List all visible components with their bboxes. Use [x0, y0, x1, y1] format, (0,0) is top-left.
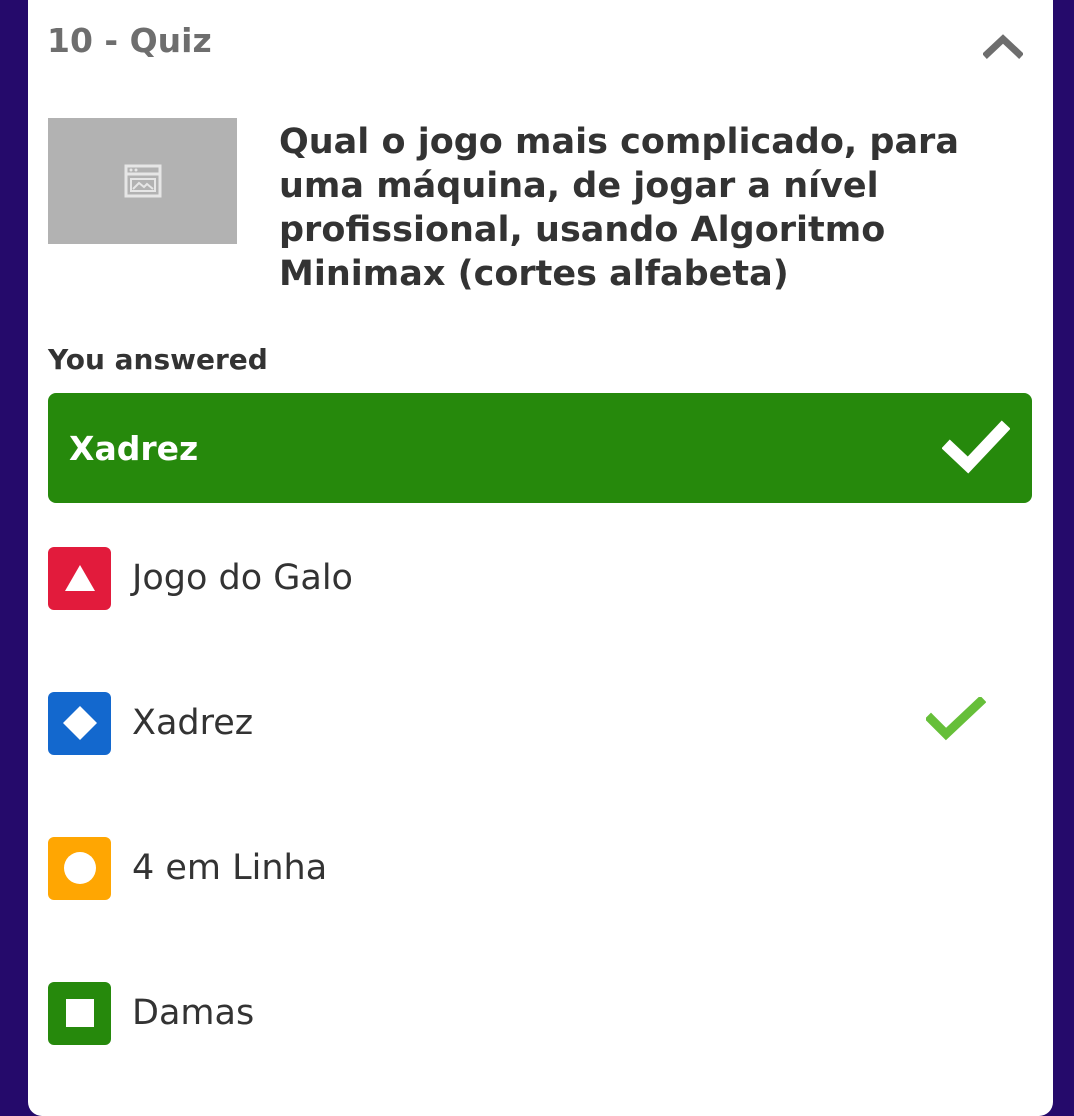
triangle-icon	[64, 565, 95, 591]
answered-label: You answered	[48, 343, 268, 376]
option-jogo-do-galo: Jogo do Galo	[48, 546, 1032, 610]
your-answer-text: Xadrez	[69, 428, 199, 468]
chevron-up-icon	[983, 34, 1023, 59]
quiz-card: 10 - Quiz Qual o jogo mais complicado, p…	[28, 0, 1053, 1116]
question-image-placeholder	[48, 118, 237, 244]
checkmark-icon	[942, 420, 1010, 474]
question-text: Qual o jogo mais complicado, para uma má…	[279, 122, 959, 294]
quiz-title: 10 - Quiz	[47, 21, 212, 60]
option-shape-box	[48, 691, 111, 755]
option-4-em-linha: 4 em Linha	[48, 836, 1032, 900]
option-xadrez: Xadrez	[48, 691, 1032, 755]
option-shape-box	[48, 981, 111, 1045]
option-shape-box	[48, 836, 111, 900]
diamond-icon	[62, 706, 97, 740]
option-label: Xadrez	[132, 703, 254, 743]
option-label: Damas	[132, 993, 255, 1033]
your-answer-box: Xadrez	[48, 393, 1032, 503]
option-damas: Damas	[48, 981, 1032, 1045]
image-icon	[124, 164, 161, 198]
option-label: Jogo do Galo	[132, 558, 353, 598]
option-label: 4 em Linha	[132, 848, 328, 888]
option-shape-box	[48, 546, 111, 610]
square-icon	[65, 999, 94, 1027]
correct-check-icon	[926, 697, 986, 741]
collapse-button[interactable]	[978, 26, 1028, 66]
circle-icon	[63, 852, 96, 884]
